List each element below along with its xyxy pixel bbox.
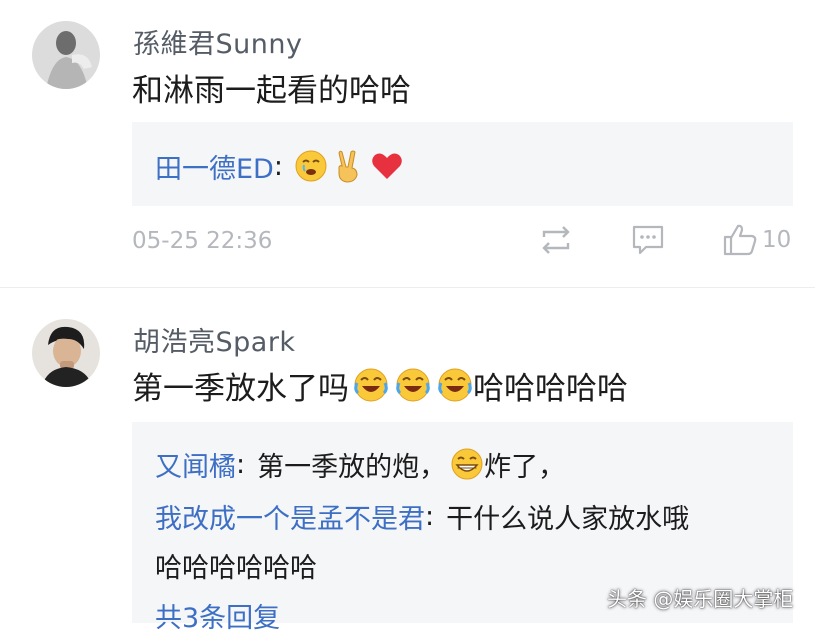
timestamp: 05-25 22:36 (132, 228, 273, 254)
avatar[interactable] (32, 319, 100, 387)
victory-hand-emoji (338, 150, 358, 183)
reply-line[interactable]: 田一德ED : (155, 146, 403, 186)
comment-username[interactable]: 胡浩亮Spark (133, 320, 296, 359)
comment-content: 第一季放水了吗 哈哈哈哈哈 (132, 364, 628, 407)
reply-text-continued: 哈哈哈哈哈哈 (155, 552, 317, 584)
reply-line[interactable]: 又闻橘 : 第一季放的炮， 炸了， (155, 444, 565, 484)
heart-emoji (372, 153, 402, 179)
laughing-tears-emoji (438, 368, 472, 402)
like-count: 10 (762, 227, 792, 253)
reply-line-continued: 哈哈哈哈哈哈 (155, 545, 317, 585)
reply-text: 第一季放的炮， (257, 451, 447, 483)
comment-content: 和淋雨一起看的哈哈 (132, 72, 411, 109)
watermark: 头条 @娱乐圈大掌柜 (607, 587, 794, 611)
comment-icon (632, 225, 664, 255)
comment-username[interactable]: 孫維君Sunny (133, 22, 302, 61)
view-more-replies-link[interactable]: 共3条回复 (155, 596, 280, 635)
grinning-emoji (451, 448, 483, 480)
reply-text-after: 炸了， (484, 451, 566, 483)
tearful-emoji (295, 150, 327, 182)
comment-button[interactable] (631, 224, 665, 256)
laughing-tears-emoji (354, 368, 388, 402)
reply-text: 干什么说人家放水哦 (446, 503, 690, 535)
reply-username[interactable]: 我改成一个是孟不是君 (155, 497, 425, 536)
repost-icon (542, 226, 570, 254)
repost-button[interactable] (538, 224, 574, 256)
reply-username[interactable]: 又闻橘 (155, 445, 236, 484)
reply-separator: : (425, 500, 435, 532)
comment-text-suffix: 哈哈哈哈哈 (473, 370, 628, 407)
reply-line[interactable]: 我改成一个是孟不是君 : 干什么说人家放水哦 (155, 496, 689, 536)
reply-separator: : (273, 150, 283, 182)
thumbs-up-icon (723, 224, 757, 256)
comment-text: 第一季放水了吗 (132, 370, 349, 407)
avatar[interactable] (32, 21, 100, 89)
like-button[interactable]: 10 (722, 222, 791, 258)
divider (0, 287, 815, 288)
laughing-tears-emoji (396, 368, 430, 402)
reply-separator: : (236, 448, 246, 480)
reply-username[interactable]: 田一德ED (155, 147, 274, 186)
